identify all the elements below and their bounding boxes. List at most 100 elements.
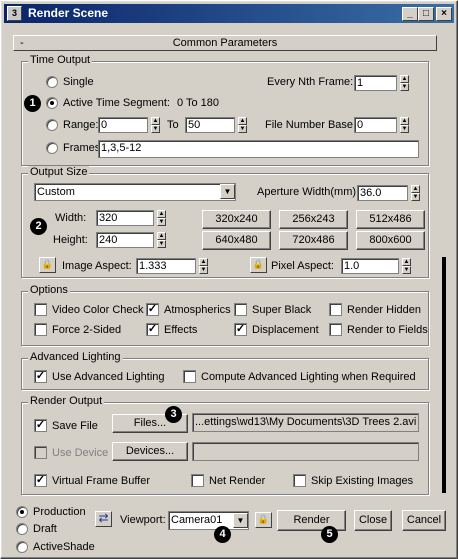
common-parameters-rollout-header[interactable]: - Common Parameters	[13, 35, 437, 51]
range-to-field[interactable]: 50	[185, 117, 235, 133]
maximize-button[interactable]: □	[418, 7, 434, 21]
range-label: Range:	[63, 119, 99, 131]
height-label: Height:	[53, 234, 88, 246]
effects-checkbox[interactable]: ✓	[146, 323, 159, 336]
spin-down-icon[interactable]: ▼	[238, 125, 247, 133]
range-to-spinner[interactable]: ▲ ▼	[238, 117, 247, 133]
file-number-base-label: File Number Base:	[265, 119, 357, 131]
scrollbar-thumb[interactable]	[442, 257, 446, 493]
close-window-button[interactable]: ×	[436, 7, 452, 21]
range-to-label: To	[167, 119, 179, 131]
production-label: Production	[33, 506, 86, 518]
pixel-aspect-field[interactable]: 1.0	[341, 258, 399, 274]
rollout-toggle[interactable]: -	[20, 36, 24, 50]
render-hidden-label: Render Hidden	[347, 304, 421, 316]
active-range-value: 0 To 180	[177, 97, 220, 109]
every-nth-label: Every Nth Frame:	[267, 76, 354, 88]
spin-up-icon[interactable]: ▲	[238, 117, 247, 125]
force-2-sided-checkbox[interactable]	[34, 323, 47, 336]
aperture-width-spinner[interactable]: ▲ ▼	[411, 185, 420, 201]
render-hidden-checkbox[interactable]	[329, 303, 342, 316]
viewport-lock-icon[interactable]: 🔒	[255, 512, 272, 528]
active-time-segment-label: Active Time Segment:	[63, 97, 170, 109]
range-radio[interactable]	[46, 119, 58, 131]
file-number-base-field[interactable]: 0	[354, 117, 397, 133]
use-advanced-lighting-checkbox[interactable]: ✓	[34, 370, 47, 383]
window-title: Render Scene	[28, 6, 109, 20]
spin-down-icon[interactable]: ▼	[400, 125, 409, 133]
virtual-frame-buffer-checkbox[interactable]: ✓	[34, 474, 47, 487]
spin-up-icon[interactable]: ▲	[402, 258, 411, 266]
spin-up-icon[interactable]: ▲	[400, 75, 409, 83]
aperture-width-label: Aperture Width(mm):	[257, 186, 360, 198]
image-aspect-spinner[interactable]: ▲ ▼	[199, 258, 208, 274]
spin-down-icon[interactable]: ▼	[151, 125, 160, 133]
net-render-checkbox[interactable]	[191, 474, 204, 487]
spin-up-icon[interactable]: ▲	[157, 210, 166, 218]
preset-256x243-button[interactable]: 256x243	[279, 210, 348, 229]
aperture-width-field[interactable]: 36.0	[357, 185, 408, 201]
output-file-path: ...ettings\wd13\My Documents\3D Trees 2.…	[192, 413, 419, 432]
pixel-aspect-lock-icon[interactable]: 🔒	[250, 257, 267, 273]
callout-badge-5: 5	[321, 526, 338, 543]
render-to-fields-checkbox[interactable]	[329, 323, 342, 336]
draft-radio[interactable]	[16, 523, 28, 535]
width-spinner[interactable]: ▲ ▼	[157, 210, 166, 226]
callout-badge-4: 4	[214, 526, 231, 543]
preset-720x486-button[interactable]: 720x486	[279, 231, 348, 250]
spin-up-icon[interactable]: ▲	[157, 232, 166, 240]
save-file-checkbox[interactable]: ✓	[34, 419, 47, 432]
swap-icon[interactable]: ⇄	[95, 511, 112, 527]
preset-512x486-button[interactable]: 512x486	[356, 210, 425, 229]
spin-up-icon[interactable]: ▲	[400, 117, 409, 125]
spin-down-icon[interactable]: ▼	[402, 266, 411, 274]
pixel-aspect-spinner[interactable]: ▲ ▼	[402, 258, 411, 274]
spin-up-icon[interactable]: ▲	[411, 185, 420, 193]
range-from-field[interactable]: 0	[98, 117, 148, 133]
spin-down-icon[interactable]: ▼	[157, 218, 166, 226]
atmospherics-checkbox[interactable]: ✓	[146, 303, 159, 316]
activeshade-radio[interactable]	[16, 541, 28, 553]
single-radio[interactable]	[46, 76, 58, 88]
image-aspect-lock-icon[interactable]: 🔒	[39, 257, 56, 273]
production-radio[interactable]	[16, 506, 28, 518]
spin-down-icon[interactable]: ▼	[199, 266, 208, 274]
preset-320x240-button[interactable]: 320x240	[202, 210, 271, 229]
every-nth-field[interactable]: 1	[354, 75, 397, 91]
spin-down-icon[interactable]: ▼	[157, 240, 166, 248]
activeshade-label: ActiveShade	[33, 541, 95, 553]
height-spinner[interactable]: ▲ ▼	[157, 232, 166, 248]
output-size-title: Output Size	[28, 166, 90, 178]
frames-radio[interactable]	[46, 142, 58, 154]
spin-down-icon[interactable]: ▼	[400, 83, 409, 91]
image-aspect-field[interactable]: 1.333	[136, 258, 196, 274]
output-size-preset-dropdown[interactable]: Custom	[34, 183, 236, 201]
compute-advanced-lighting-checkbox[interactable]	[183, 370, 196, 383]
render-scene-window: 3 Render Scene _ □ × - Common Parameters…	[0, 0, 458, 559]
file-number-base-spinner[interactable]: ▲ ▼	[400, 117, 409, 133]
video-color-check-checkbox[interactable]	[34, 303, 47, 316]
minimize-button[interactable]: _	[402, 7, 418, 21]
displacement-checkbox[interactable]: ✓	[234, 323, 247, 336]
devices-button[interactable]: Devices...	[112, 442, 188, 461]
spin-up-icon[interactable]: ▲	[199, 258, 208, 266]
chevron-down-icon[interactable]: ▼	[220, 184, 235, 199]
options-title: Options	[28, 284, 70, 296]
skip-existing-images-checkbox[interactable]	[293, 474, 306, 487]
preset-640x480-button[interactable]: 640x480	[202, 231, 271, 250]
every-nth-spinner[interactable]: ▲ ▼	[400, 75, 409, 91]
range-from-spinner[interactable]: ▲ ▼	[151, 117, 160, 133]
title-bar[interactable]: 3 Render Scene _ □ ×	[4, 4, 454, 23]
width-field[interactable]: 320	[96, 210, 154, 226]
spin-up-icon[interactable]: ▲	[151, 117, 160, 125]
frames-field[interactable]: 1,3,5-12	[98, 140, 419, 158]
close-button[interactable]: Close	[354, 510, 392, 531]
preset-800x600-button[interactable]: 800x600	[356, 231, 425, 250]
active-time-segment-radio[interactable]	[46, 97, 58, 109]
use-device-checkbox[interactable]	[34, 446, 47, 459]
height-field[interactable]: 240	[96, 232, 154, 248]
chevron-down-icon[interactable]: ▼	[233, 513, 248, 528]
super-black-checkbox[interactable]	[234, 303, 247, 316]
spin-down-icon[interactable]: ▼	[411, 193, 420, 201]
cancel-button[interactable]: Cancel	[402, 510, 446, 531]
